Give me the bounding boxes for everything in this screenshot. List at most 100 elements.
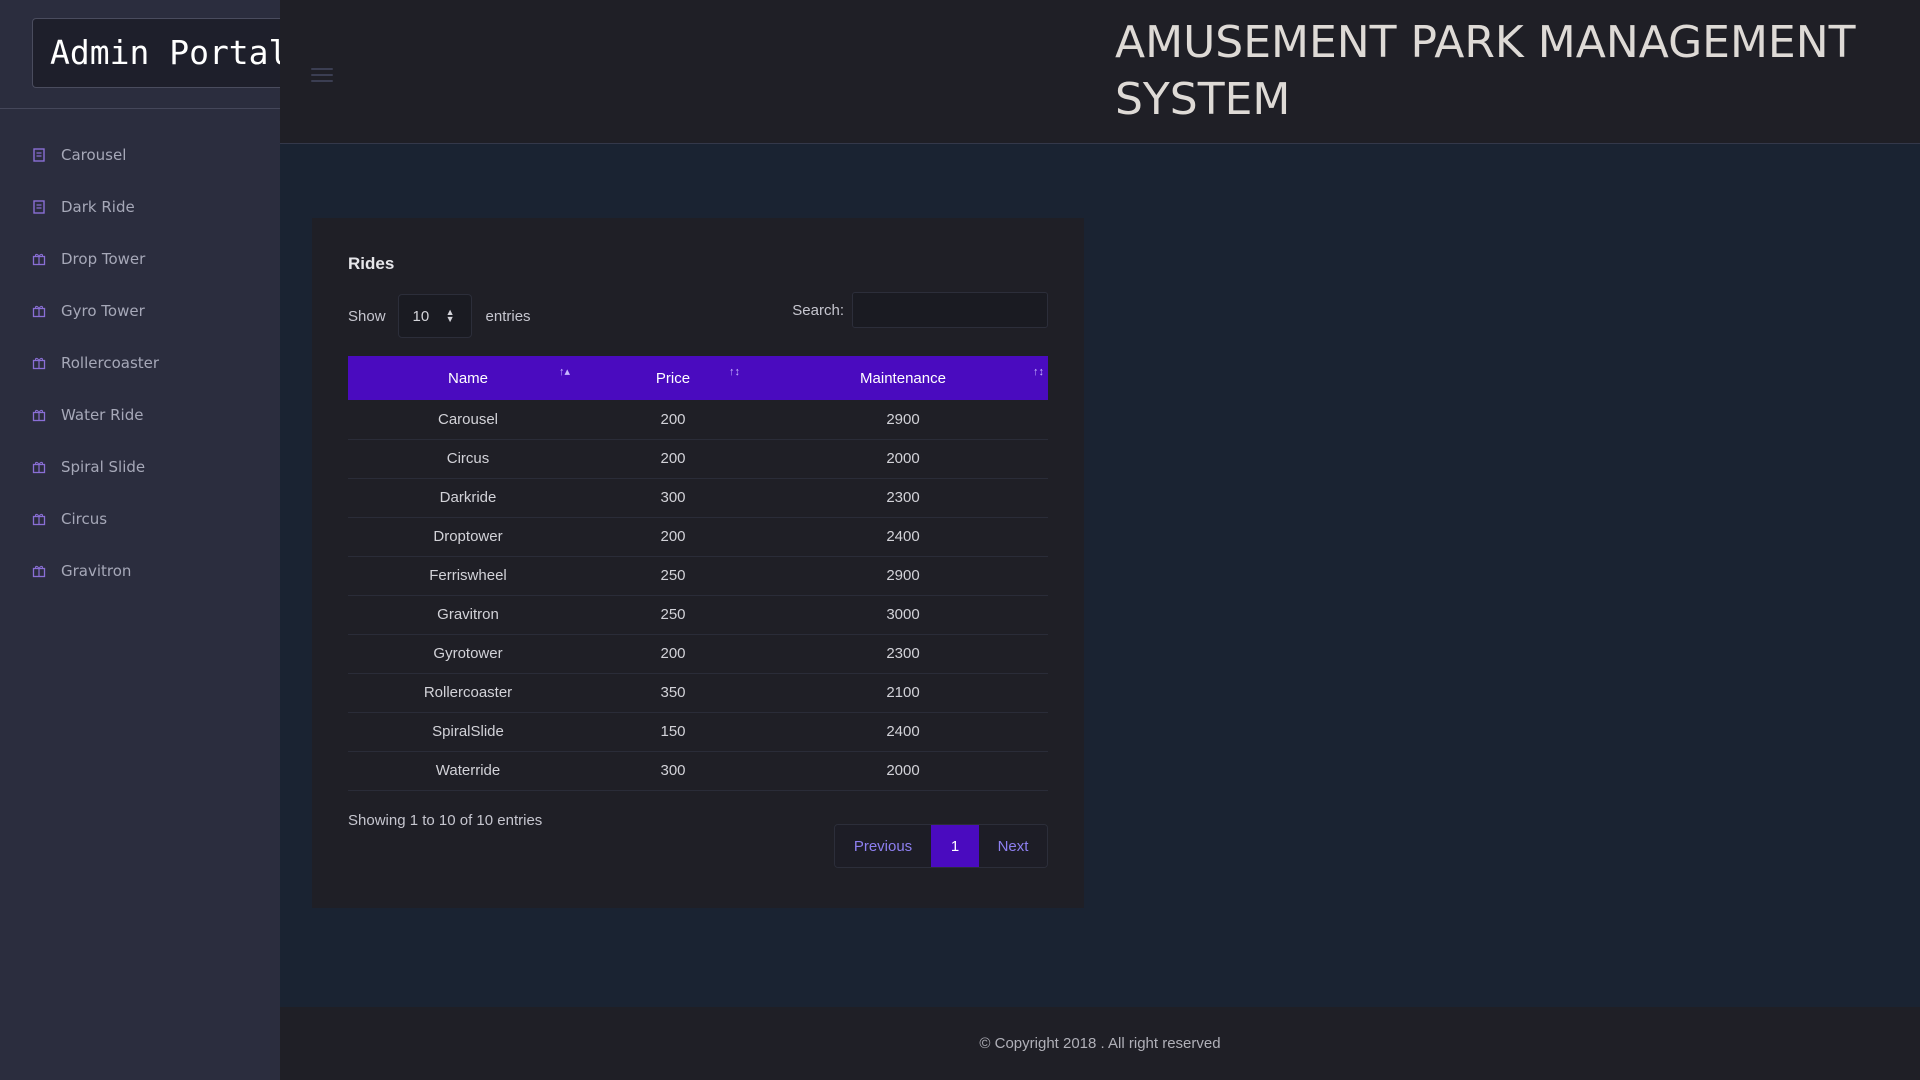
column-header-label: Price: [655, 369, 691, 387]
cell-maintenance: 2000: [758, 439, 1048, 479]
entries-select[interactable]: 10 ▲ ▼: [397, 294, 472, 338]
cell-maintenance: 2900: [758, 556, 1048, 596]
cell-maintenance: 2100: [758, 673, 1048, 713]
sort-both-icon: ↑↕: [729, 366, 740, 378]
gift-icon: [32, 252, 46, 266]
cell-maintenance: 2000: [758, 751, 1048, 791]
sidebar-item-label: Water Ride: [61, 406, 144, 424]
cell-price: 300: [588, 478, 758, 518]
sidebar-item-label: Gravitron: [61, 562, 132, 580]
entries-label: entries: [485, 307, 531, 325]
hamburger-menu-icon[interactable]: [311, 68, 333, 84]
cell-price: 200: [588, 517, 758, 557]
gift-icon: [32, 408, 46, 422]
cell-name: Darkride: [348, 478, 588, 518]
gift-icon: [32, 304, 46, 318]
card-title: Rides: [348, 254, 395, 273]
sidebar-item-dark-ride[interactable]: Dark Ride: [0, 181, 280, 233]
cell-name: Gravitron: [348, 595, 588, 635]
sidebar-item-label: Gyro Tower: [61, 302, 145, 320]
pagination: Previous 1 Next: [834, 824, 1048, 868]
table-row: Ferriswheel 250 2900: [348, 556, 1048, 596]
sidebar-nav: Carousel Dark Ride Drop Tower Gyro Tower…: [0, 109, 280, 597]
sidebar-item-label: Circus: [61, 510, 108, 528]
table-row: Carousel 200 2900: [348, 400, 1048, 440]
sidebar-item-label: Spiral Slide: [61, 458, 146, 476]
entries-length-control: Show 10 ▲ ▼ entries: [348, 294, 531, 338]
sort-caret-icon: ▲ ▼: [445, 307, 455, 324]
sidebar-item-circus[interactable]: Circus: [0, 493, 280, 545]
cell-name: Droptower: [348, 517, 588, 557]
cell-maintenance: 2900: [758, 400, 1048, 440]
cell-price: 200: [588, 400, 758, 440]
column-header-price[interactable]: Price ↑↕: [588, 356, 758, 400]
table-row: Gravitron 250 3000: [348, 595, 1048, 635]
cell-maintenance: 3000: [758, 595, 1048, 635]
table-row: Droptower 200 2400: [348, 517, 1048, 557]
table-row: Gyrotower 200 2300: [348, 634, 1048, 674]
rides-card: Rides Show 10 ▲ ▼ entries Search: Name ↑▴…: [312, 218, 1084, 908]
cell-name: Circus: [348, 439, 588, 479]
cell-name: Gyrotower: [348, 634, 588, 674]
top-header: AMUSEMENT PARK MANAGEMENT SYSTEM: [280, 0, 1920, 144]
search-input[interactable]: [852, 292, 1048, 328]
sidebar-item-gravitron[interactable]: Gravitron: [0, 545, 280, 597]
cell-price: 300: [588, 751, 758, 791]
cell-name: Waterride: [348, 751, 588, 791]
copyright-text: © Copyright 2018 . All right reserved: [979, 1035, 1221, 1052]
column-header-name[interactable]: Name ↑▴: [348, 356, 588, 400]
cell-name: Ferriswheel: [348, 556, 588, 596]
column-header-maintenance[interactable]: Maintenance ↑↕: [758, 356, 1048, 400]
cell-name: SpiralSlide: [348, 712, 588, 752]
sidebar-item-spiral-slide[interactable]: Spiral Slide: [0, 441, 280, 493]
brand-area: Admin Portal: [0, 0, 280, 109]
cell-price: 250: [588, 556, 758, 596]
cell-price: 250: [588, 595, 758, 635]
footer: © Copyright 2018 . All right reserved: [280, 1007, 1920, 1080]
table-row: SpiralSlide 150 2400: [348, 712, 1048, 752]
cell-price: 350: [588, 673, 758, 713]
sidebar-item-label: Dark Ride: [61, 198, 135, 216]
column-header-label: Name: [447, 369, 488, 387]
table-info: Showing 1 to 10 of 10 entries: [348, 812, 543, 829]
table-row: Waterride 300 2000: [348, 751, 1048, 791]
sidebar-item-water-ride[interactable]: Water Ride: [0, 389, 280, 441]
gift-icon: [32, 564, 46, 578]
column-header-label: Maintenance: [860, 369, 946, 387]
gift-icon: [32, 356, 46, 370]
cell-maintenance: 2300: [758, 634, 1048, 674]
search-label: Search:: [792, 301, 844, 319]
cell-name: Carousel: [348, 400, 588, 440]
cell-name: Rollercoaster: [348, 673, 588, 713]
sidebar-item-carousel[interactable]: Carousel: [0, 129, 280, 181]
show-label: Show: [348, 307, 386, 325]
cell-maintenance: 2400: [758, 517, 1048, 557]
sidebar-item-label: Drop Tower: [61, 250, 146, 268]
sidebar: Admin Portal Carousel Dark Ride Drop Tow…: [0, 0, 280, 1080]
cell-price: 200: [588, 634, 758, 674]
document-icon: [32, 200, 46, 214]
sidebar-item-label: Carousel: [61, 146, 127, 164]
cell-price: 150: [588, 712, 758, 752]
page-1-button[interactable]: 1: [931, 825, 979, 867]
cell-maintenance: 2300: [758, 478, 1048, 518]
previous-page-button[interactable]: Previous: [835, 825, 931, 867]
cell-price: 200: [588, 439, 758, 479]
sidebar-item-rollercoaster[interactable]: Rollercoaster: [0, 337, 280, 389]
next-page-button[interactable]: Next: [979, 825, 1047, 867]
sort-ascending-icon: ↑▴: [558, 366, 570, 378]
document-icon: [32, 148, 46, 162]
table-header-row: Name ↑▴ Price ↑↕ Maintenance ↑↕: [348, 356, 1048, 400]
search-control: Search:: [792, 292, 1048, 328]
table-row: Circus 200 2000: [348, 439, 1048, 479]
entries-select-value: 10: [412, 307, 430, 325]
gift-icon: [32, 460, 46, 474]
sidebar-item-drop-tower[interactable]: Drop Tower: [0, 233, 280, 285]
brand-logo[interactable]: Admin Portal: [32, 18, 280, 88]
gift-icon: [32, 512, 46, 526]
sidebar-item-gyro-tower[interactable]: Gyro Tower: [0, 285, 280, 337]
sort-both-icon: ↑↕: [1033, 366, 1044, 378]
table-row: Rollercoaster 350 2100: [348, 673, 1048, 713]
page-title: AMUSEMENT PARK MANAGEMENT SYSTEM: [1115, 17, 1856, 125]
sidebar-item-label: Rollercoaster: [61, 354, 160, 372]
